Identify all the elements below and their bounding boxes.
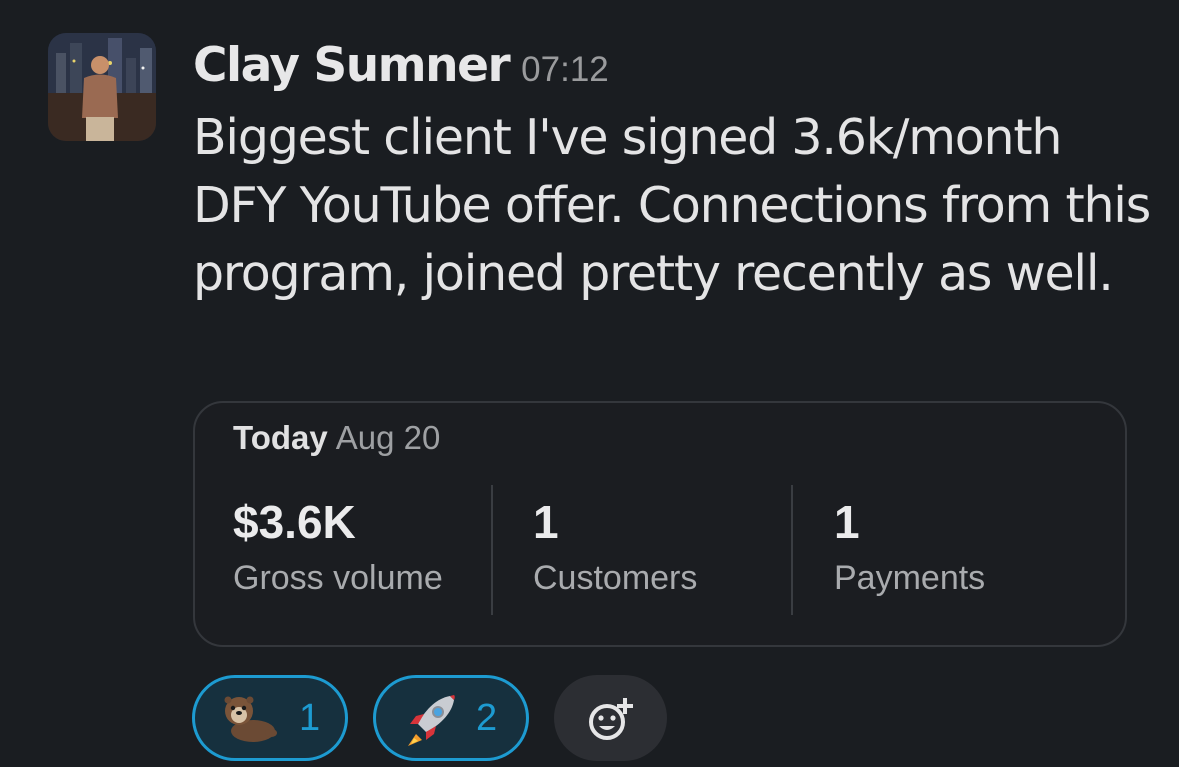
stat-payments: 1 Payments <box>834 493 985 598</box>
reaction-count: 2 <box>476 696 498 739</box>
card-header: Today Aug 20 <box>233 419 440 457</box>
card-date: Aug 20 <box>335 419 441 456</box>
author-name[interactable]: Clay Sumner <box>193 38 511 93</box>
stat-label: Payments <box>834 559 986 597</box>
card-today-label: Today <box>233 419 328 456</box>
avatar-image <box>48 33 156 141</box>
stat-gross-volume: $3.6K Gross volume <box>233 493 443 598</box>
add-reaction-button[interactable] <box>554 675 667 761</box>
stat-label: Customers <box>533 559 698 597</box>
stripe-summary-card: Today Aug 20 $3.6K Gross volume 1 Custome… <box>193 401 1127 647</box>
stat-label: Gross volume <box>233 559 443 597</box>
timestamp[interactable]: 07:12 <box>521 50 609 90</box>
avatar[interactable] <box>48 33 156 141</box>
stat-divider <box>491 485 493 615</box>
stat-value: $3.6K <box>233 496 356 548</box>
stat-value: 1 <box>533 496 559 548</box>
reaction-otter[interactable]: 1 <box>192 675 348 761</box>
message-text: Biggest client I've signed 3.6k/month DF… <box>193 109 1151 302</box>
otter-icon <box>224 696 277 742</box>
reaction-rocket[interactable]: 2 <box>373 675 529 761</box>
add-reaction-icon <box>588 698 633 740</box>
rocket-icon <box>408 695 455 746</box>
message-header: Clay Sumner 07:12 <box>193 38 609 93</box>
stat-customers: 1 Customers <box>533 493 697 598</box>
reaction-count: 1 <box>299 696 321 739</box>
stat-divider <box>791 485 793 615</box>
stat-value: 1 <box>834 496 860 548</box>
